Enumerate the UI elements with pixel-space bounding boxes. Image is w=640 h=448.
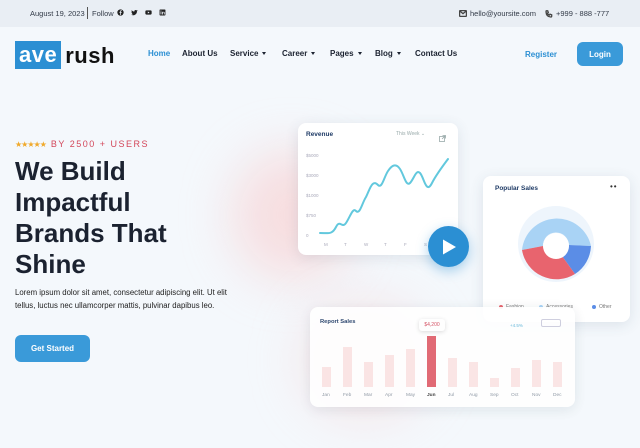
email-contact[interactable]: hello@yoursite.com [459, 9, 536, 18]
donut-chart [518, 206, 594, 282]
month-label: Feb [343, 393, 352, 398]
top-bar: August 19, 2023 Follow hello@yoursite.co… [0, 0, 640, 27]
hero-headline: We Build Impactful Brands That Shine [15, 156, 245, 280]
phone-contact[interactable]: +999 - 888 -777 [545, 9, 609, 18]
chevron-down-icon [396, 52, 401, 55]
chevron-down-icon [311, 52, 316, 55]
date-text: August 19, 2023 [30, 9, 85, 18]
month-label: May [406, 393, 416, 398]
nav-item-contact-us[interactable]: Contact Us [415, 49, 457, 58]
month-label: Jun [427, 393, 436, 398]
divider [87, 7, 88, 19]
register-link[interactable]: Register [525, 50, 557, 59]
star-rating-icon: ★★★★★ [15, 139, 47, 149]
headline-line: Impactful [15, 187, 131, 217]
month-label: Mar [364, 393, 373, 398]
play-video-button[interactable] [428, 226, 469, 267]
headline-line: Brands That [15, 218, 167, 248]
month-label: Oct [511, 393, 519, 398]
play-icon [442, 239, 456, 254]
chevron-down-icon [357, 52, 362, 55]
twitter-icon[interactable] [130, 8, 139, 17]
headline-line: We Build [15, 156, 126, 186]
report-bar-chart [322, 336, 562, 387]
facebook-icon[interactable] [116, 8, 125, 17]
nav-item-service[interactable]: Service [230, 49, 267, 58]
nav-item-home[interactable]: Home [148, 49, 170, 58]
month-label: Dec [553, 393, 562, 398]
headline-line: Shine [15, 249, 86, 279]
youtube-icon[interactable] [144, 8, 153, 17]
mail-icon [459, 10, 467, 17]
login-button[interactable]: Login [577, 42, 623, 66]
month-label: Aug [469, 393, 478, 398]
legend-other: Other [592, 304, 612, 310]
linkedin-icon[interactable] [158, 8, 167, 17]
phone-text: +999 - 888 -777 [556, 9, 610, 18]
get-started-button[interactable]: Get Started [15, 335, 90, 362]
month-label: Sep [490, 393, 499, 398]
month-label: Jan [322, 393, 330, 398]
follow-label: Follow [92, 9, 114, 18]
month-label: Apr [385, 393, 393, 398]
month-label: Jul [448, 393, 455, 398]
phone-icon [545, 9, 553, 18]
nav-item-pages[interactable]: Pages [330, 49, 362, 58]
hero-description: Lorem ipsum dolor sit amet, consectetur … [15, 288, 227, 310]
email-text: hello@yoursite.com [470, 9, 536, 18]
logo-part2: rush [65, 42, 115, 68]
nav-item-about-us[interactable]: About Us [182, 49, 218, 58]
logo-part1: ave [15, 41, 62, 69]
nav-item-career[interactable]: Career [282, 49, 316, 58]
month-label: Nov [532, 393, 541, 398]
report-sales-card: Report Sales $4,200 +4.5% Jan Feb Mar Ap… [310, 307, 575, 407]
nav-item-blog[interactable]: Blog [375, 49, 401, 58]
users-count-text: BY 2500 + USERS [50, 139, 149, 149]
chevron-down-icon [262, 52, 267, 55]
logo[interactable]: ave rush [15, 41, 115, 69]
rating: ★★★★★ BY 2500 + USERS [15, 139, 149, 149]
popular-sales-card: Popular Sales •• Fashion Accessories Oth… [483, 176, 630, 322]
